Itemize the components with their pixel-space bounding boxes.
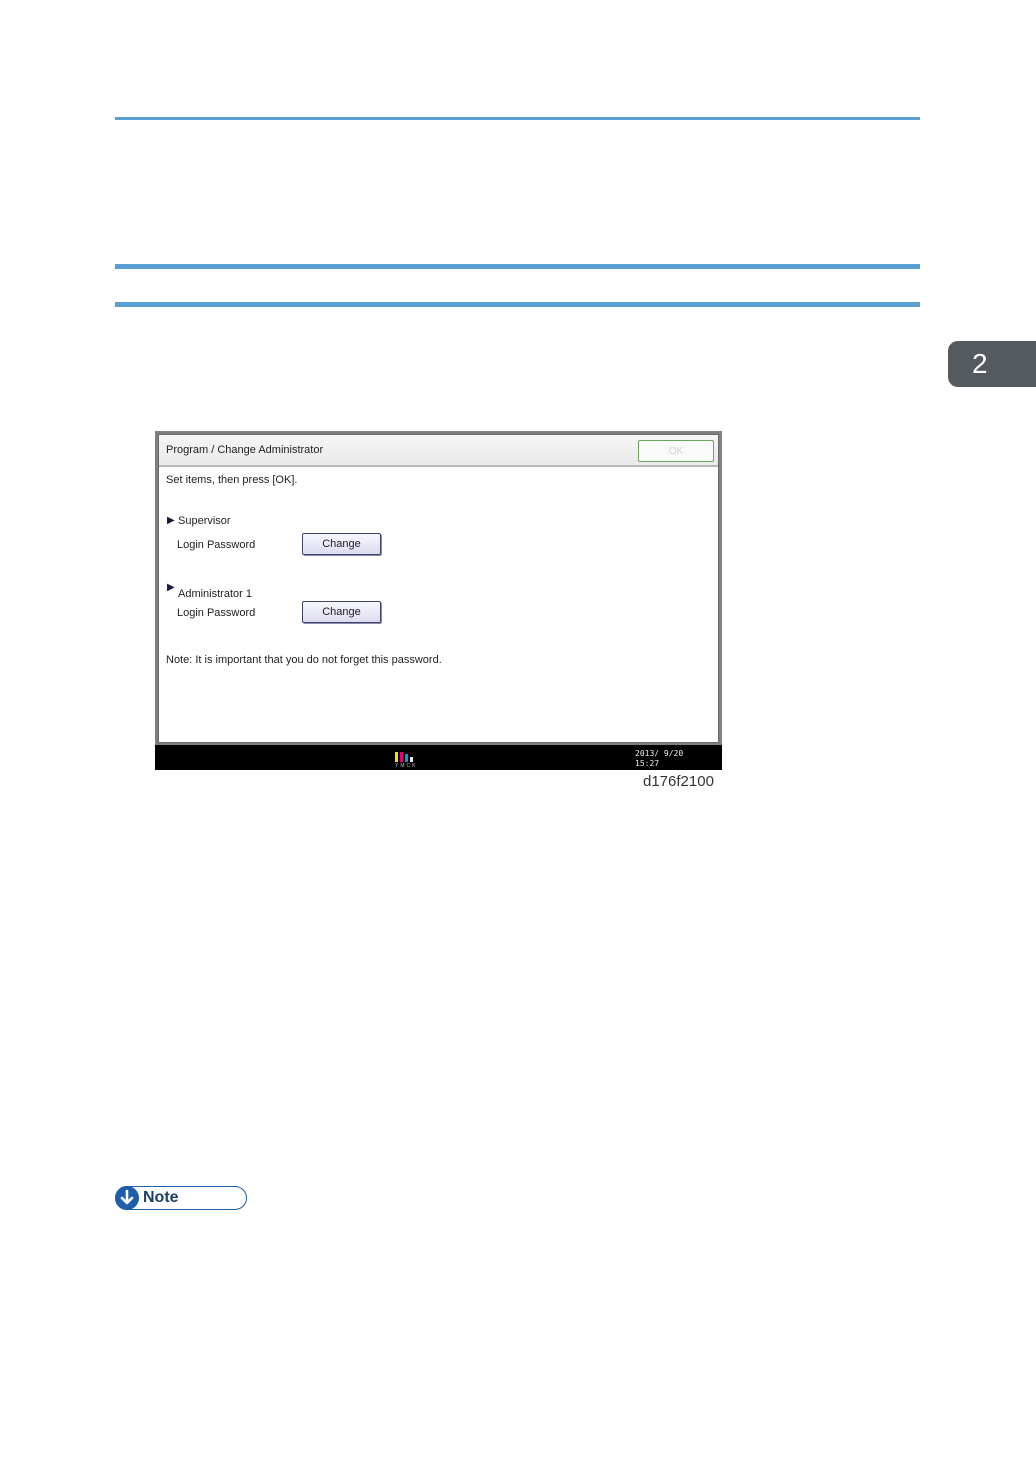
administrator-change-button[interactable]: Change [302, 601, 381, 623]
ok-button[interactable]: OK [638, 440, 714, 462]
chapter-tab: 2 [948, 341, 1036, 387]
figure-caption: d176f2100 [643, 773, 714, 790]
dialog-panel: Program / Change Administrator OK Set it… [158, 434, 719, 743]
play-arrow-icon: ▶ [167, 515, 175, 526]
device-screenshot: Program / Change Administrator OK Set it… [155, 431, 722, 770]
dialog-title: Program / Change Administrator [166, 444, 324, 456]
toner-caption: YMCK [395, 763, 418, 769]
down-arrow-icon [115, 1186, 139, 1210]
password-note: Note: It is important that you do not fo… [166, 654, 442, 666]
play-arrow-icon: ▶ [167, 582, 175, 593]
instruction-text: Set items, then press [OK]. [166, 474, 298, 486]
status-bar: YMCK 2013/ 9/20 15:27 [155, 745, 722, 770]
section-rule-bottom [115, 302, 920, 307]
administrator-heading: Administrator 1 [178, 588, 252, 600]
supervisor-heading: Supervisor [178, 515, 231, 527]
time-text: 15:27 [635, 759, 660, 768]
administrator-login-password-label: Login Password [177, 607, 256, 619]
datetime-readout: 2013/ 9/20 15:27 [635, 749, 683, 769]
note-label: Note [143, 1189, 179, 1206]
section-rule-top [115, 264, 920, 269]
dialog-titlebar: Program / Change Administrator OK [159, 435, 718, 467]
supervisor-change-button[interactable]: Change [302, 533, 381, 555]
supervisor-login-password-label: Login Password [177, 539, 256, 551]
note-badge: Note [115, 1186, 247, 1210]
header-rule [115, 117, 920, 120]
date-text: 2013/ 9/20 [635, 749, 684, 758]
